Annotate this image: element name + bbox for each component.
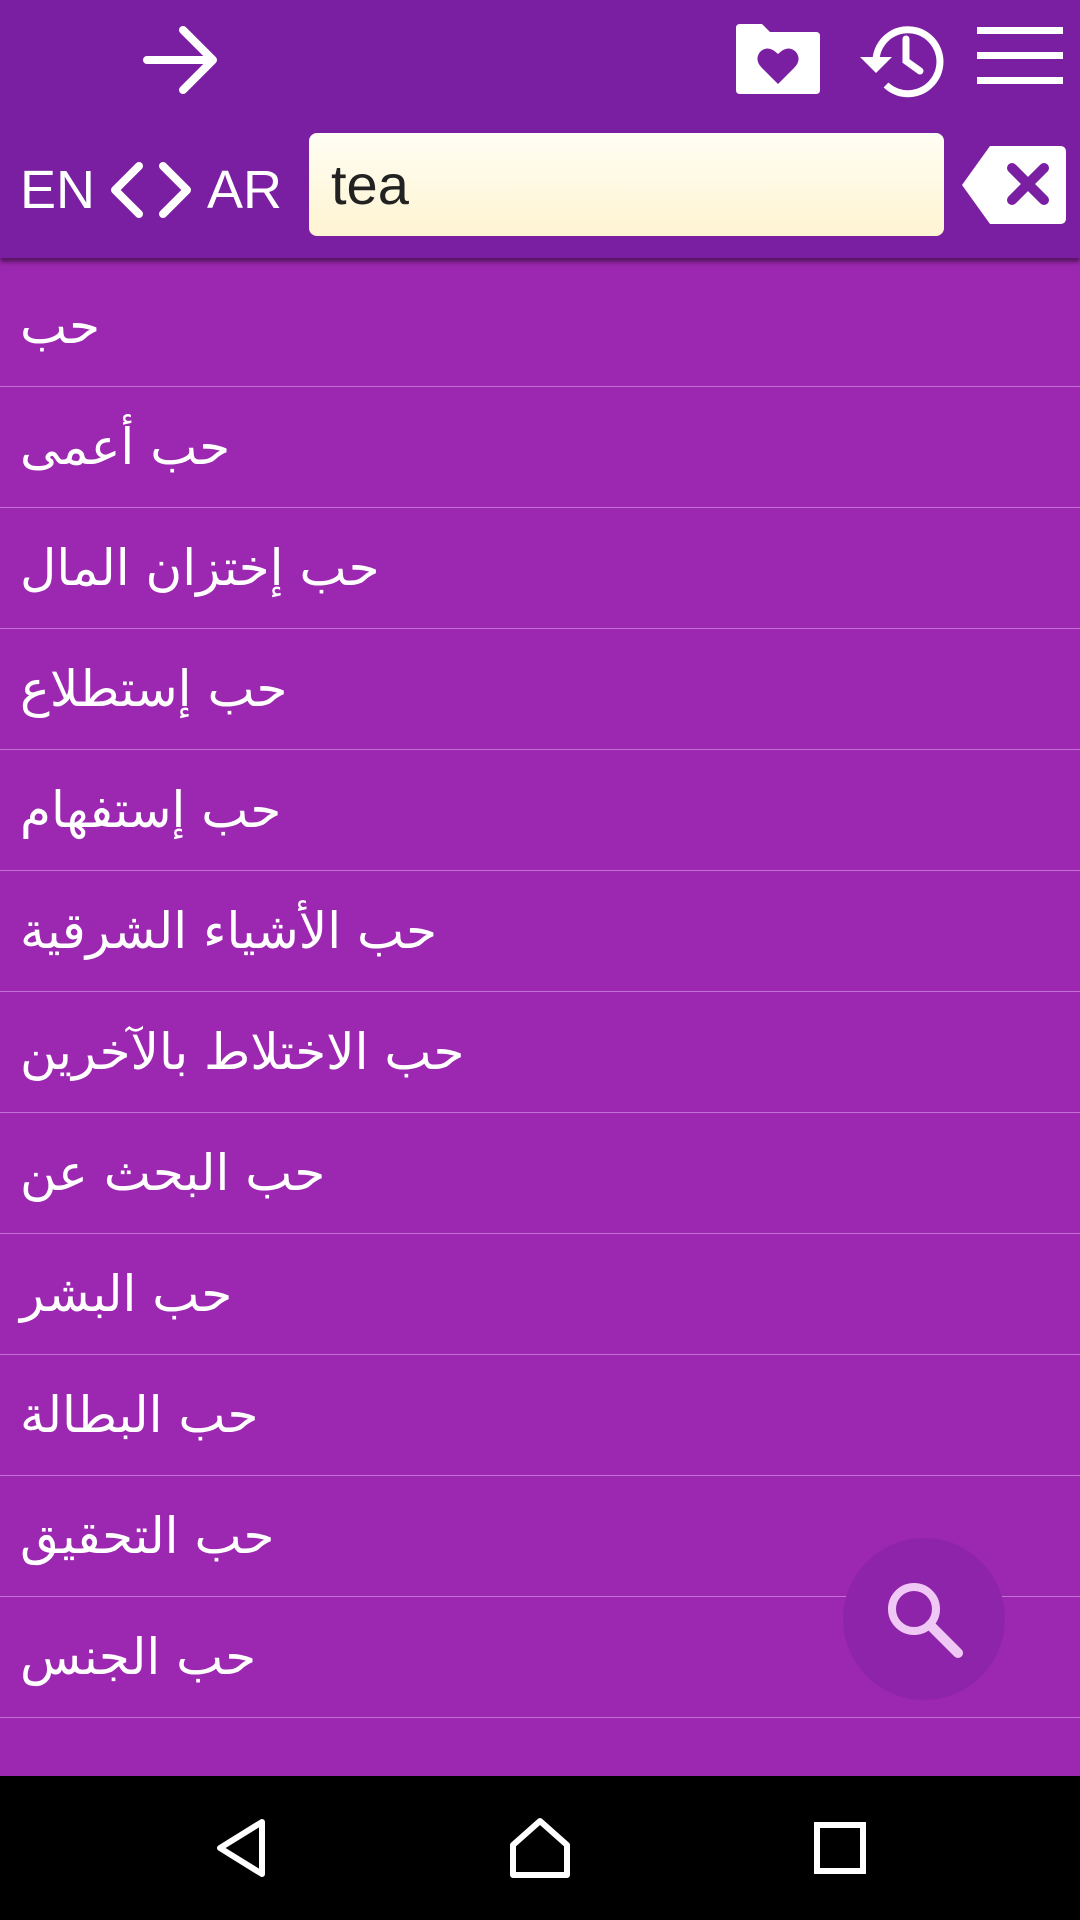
history-button[interactable] xyxy=(848,10,948,110)
list-item[interactable]: حب إستطلاع xyxy=(0,629,1080,750)
nav-recent-button[interactable] xyxy=(790,1798,890,1898)
list-item[interactable]: حب إستفهام xyxy=(0,750,1080,871)
heart-folder-icon xyxy=(736,24,820,94)
results-list: حب حب أعمى حب إختزان المال حب إستطلاع حب… xyxy=(0,266,1080,1718)
list-item-label: حب البشر xyxy=(20,1265,233,1323)
arrow-right-icon xyxy=(143,26,217,94)
list-item-label: حب الجنس xyxy=(20,1628,257,1686)
nav-back-button[interactable] xyxy=(192,1798,292,1898)
history-clock-icon xyxy=(860,26,944,98)
list-item[interactable]: حب أعمى xyxy=(0,387,1080,508)
list-item[interactable]: حب البطالة xyxy=(0,1355,1080,1476)
source-language: EN xyxy=(20,160,96,220)
system-navigation-bar xyxy=(0,1776,1080,1920)
list-item[interactable]: حب xyxy=(0,266,1080,387)
list-item-label: حب الأشياء الشرقية xyxy=(20,902,438,960)
list-item[interactable]: حب الاختلاط بالآخرين xyxy=(0,992,1080,1113)
nav-back-icon xyxy=(217,1819,265,1877)
favorites-button[interactable] xyxy=(728,14,828,104)
list-item-label: حب أعمى xyxy=(20,418,231,476)
language-selector[interactable]: EN AR xyxy=(20,150,282,230)
list-item[interactable]: حب إختزان المال xyxy=(0,508,1080,629)
search-icon xyxy=(888,1583,963,1658)
search-fab-button[interactable] xyxy=(843,1538,1005,1700)
list-item-label: حب xyxy=(20,297,101,355)
nav-home-icon xyxy=(510,1818,570,1878)
list-item-label: حب البحث عن xyxy=(20,1144,326,1202)
target-language: AR xyxy=(207,160,283,220)
menu-button[interactable] xyxy=(974,16,1066,96)
top-toolbar: EN AR xyxy=(0,0,1080,258)
back-button[interactable] xyxy=(126,10,236,110)
swap-languages-button[interactable] xyxy=(105,160,197,220)
list-item-label: حب التحقيق xyxy=(20,1507,275,1565)
list-item[interactable]: حب البشر xyxy=(0,1234,1080,1355)
list-item-label: حب إستفهام xyxy=(20,781,282,839)
list-item-label: حب الاختلاط بالآخرين xyxy=(20,1023,465,1081)
chevron-left-right-icon xyxy=(111,162,192,218)
list-item[interactable]: حب الأشياء الشرقية xyxy=(0,871,1080,992)
hamburger-menu-icon xyxy=(977,27,1063,84)
nav-recent-icon xyxy=(814,1822,866,1874)
search-input[interactable] xyxy=(309,133,944,236)
list-item-label: حب البطالة xyxy=(20,1386,259,1444)
backspace-clear-icon xyxy=(962,146,1066,224)
list-item-label: حب إختزان المال xyxy=(20,539,380,597)
list-item[interactable]: حب البحث عن xyxy=(0,1113,1080,1234)
list-item-label: حب إستطلاع xyxy=(20,660,288,718)
clear-search-button[interactable] xyxy=(958,140,1070,230)
nav-home-button[interactable] xyxy=(490,1798,590,1898)
